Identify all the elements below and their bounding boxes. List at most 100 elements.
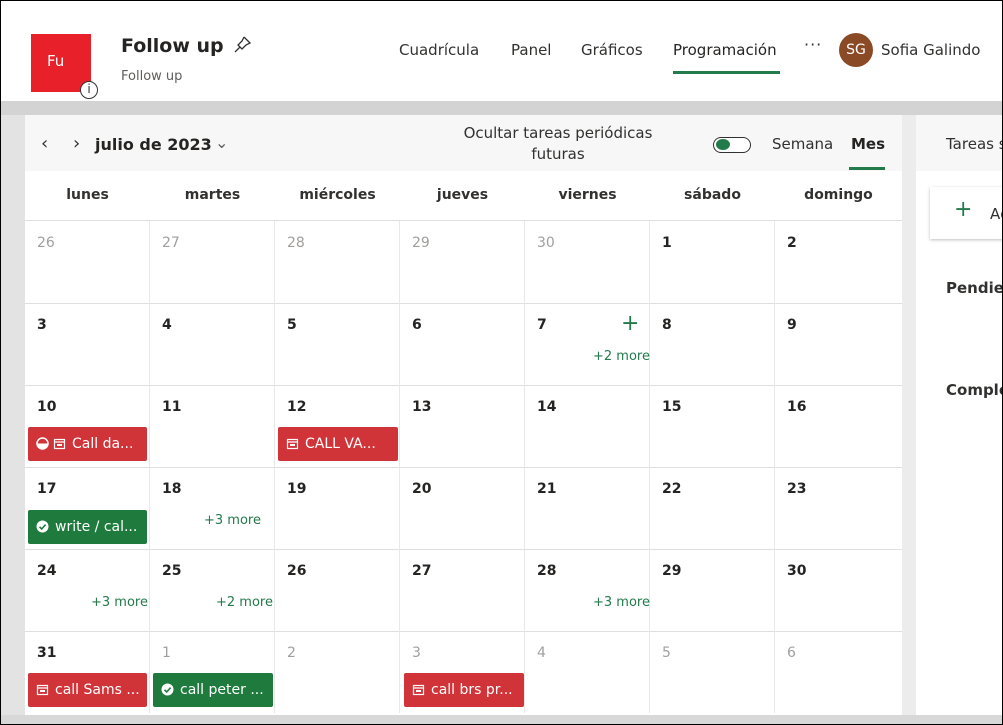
previous-month-icon[interactable]: ‹ xyxy=(41,133,48,154)
progress-half-icon xyxy=(36,437,49,450)
day-cell[interactable]: 25 +2 more xyxy=(150,549,275,631)
day-cell[interactable]: 5 xyxy=(650,631,775,713)
active-tab-indicator xyxy=(673,71,780,74)
day-cell[interactable]: 19 xyxy=(275,467,400,549)
day-number: 19 xyxy=(287,481,307,497)
day-cell[interactable]: 6 xyxy=(400,303,525,385)
calendar-week: 17 18 +3 more 19 20 21 22 23 xyxy=(25,467,902,550)
day-cell[interactable]: 13 xyxy=(400,385,525,467)
more-tasks-link[interactable]: +3 more xyxy=(204,513,261,528)
calendar-icon xyxy=(36,684,49,696)
check-circle-icon xyxy=(161,683,174,696)
day-cell[interactable]: 2 xyxy=(775,221,902,303)
view-month-button[interactable]: Mes xyxy=(851,135,885,153)
day-cell[interactable]: 29 xyxy=(400,221,525,303)
day-number: 29 xyxy=(412,235,430,251)
day-cell[interactable]: 14 xyxy=(525,385,650,467)
day-cell[interactable]: 29 xyxy=(650,549,775,631)
day-number: 8 xyxy=(662,317,672,333)
day-cell[interactable]: 1 xyxy=(650,221,775,303)
chevron-down-icon[interactable]: ⌄ xyxy=(215,133,228,152)
day-number: 5 xyxy=(287,317,297,333)
task-title: call Sams ... xyxy=(55,682,140,698)
day-cell[interactable]: 4 xyxy=(525,631,650,713)
day-cell[interactable]: 26 xyxy=(25,221,150,303)
left-gutter xyxy=(1,115,25,724)
weekday-label: sábado xyxy=(684,187,741,203)
next-month-icon[interactable]: › xyxy=(73,133,80,154)
day-number: 6 xyxy=(412,317,422,333)
task-title: write / cal... xyxy=(55,519,138,535)
completed-section-title[interactable]: Comple xyxy=(946,381,1002,399)
day-number: 15 xyxy=(662,399,682,415)
task-event[interactable]: Call da... xyxy=(28,427,147,461)
task-title: CALL VA... xyxy=(305,436,376,452)
day-cell[interactable]: 23 xyxy=(775,467,902,549)
weekday-label: miércoles xyxy=(299,187,376,203)
day-cell[interactable]: 28 +3 more xyxy=(525,549,650,631)
task-event[interactable]: call brs pr... xyxy=(404,673,524,707)
day-number: 26 xyxy=(287,563,307,579)
day-cell[interactable]: 30 xyxy=(525,221,650,303)
day-cell[interactable]: 7 + +2 more xyxy=(525,303,650,385)
day-number: 21 xyxy=(537,481,557,497)
day-cell[interactable]: 24 +3 more xyxy=(25,549,150,631)
calendar-icon xyxy=(53,438,66,450)
task-event[interactable]: write / cal... xyxy=(28,510,147,544)
day-cell[interactable]: 18 +3 more xyxy=(150,467,275,549)
day-cell[interactable]: 5 xyxy=(275,303,400,385)
day-cell[interactable]: 8 xyxy=(650,303,775,385)
day-cell[interactable]: 6 xyxy=(775,631,902,713)
task-event[interactable]: call peter ... xyxy=(153,673,273,707)
weekday-label: domingo xyxy=(804,187,873,203)
view-week-button[interactable]: Semana xyxy=(772,135,833,153)
panel-title: Tareas s xyxy=(946,135,1002,153)
day-cell[interactable]: 27 xyxy=(150,221,275,303)
day-number: 23 xyxy=(787,481,807,497)
day-cell[interactable]: 28 xyxy=(275,221,400,303)
day-number: 26 xyxy=(37,235,55,251)
more-tasks-link[interactable]: +2 more xyxy=(593,349,650,364)
task-event[interactable]: CALL VA... xyxy=(278,427,398,461)
tab-programacion[interactable]: Programación xyxy=(673,41,777,59)
unscheduled-tasks-panel: Tareas s + Ag Pendien Comple xyxy=(916,115,1002,715)
more-tasks-link[interactable]: +2 more xyxy=(216,595,273,610)
tab-cuadricula[interactable]: Cuadrícula xyxy=(399,41,479,59)
info-icon[interactable]: i xyxy=(80,81,98,99)
panel-header: Tareas s xyxy=(916,115,1002,171)
day-cell[interactable]: 22 xyxy=(650,467,775,549)
pin-icon[interactable] xyxy=(231,34,253,56)
day-cell[interactable]: 27 xyxy=(400,549,525,631)
day-cell[interactable]: 20 xyxy=(400,467,525,549)
tab-panel[interactable]: Panel xyxy=(511,41,551,59)
avatar[interactable]: SG xyxy=(839,33,873,67)
day-cell[interactable]: 11 xyxy=(150,385,275,467)
day-number: 3 xyxy=(37,317,47,333)
day-number: 11 xyxy=(162,399,182,415)
task-event[interactable]: call Sams ... xyxy=(28,673,147,707)
add-task-plus-icon[interactable]: + xyxy=(621,311,639,336)
day-cell[interactable]: 9 xyxy=(775,303,902,385)
day-cell[interactable]: 3 xyxy=(25,303,150,385)
day-number: 2 xyxy=(287,645,296,661)
active-view-indicator xyxy=(849,167,885,170)
add-task-button[interactable]: + Ag xyxy=(930,187,1002,239)
more-icon[interactable]: ··· xyxy=(804,35,822,54)
day-cell[interactable]: 2 xyxy=(275,631,400,713)
tab-graficos[interactable]: Gráficos xyxy=(581,41,643,59)
weekday-label: lunes xyxy=(66,187,109,203)
day-cell[interactable]: 16 xyxy=(775,385,902,467)
more-tasks-link[interactable]: +3 more xyxy=(593,595,650,610)
calendar-week: 10 11 12 13 14 15 16 xyxy=(25,385,902,468)
day-cell[interactable]: 30 xyxy=(775,549,902,631)
day-cell[interactable]: 26 xyxy=(275,549,400,631)
day-number: 6 xyxy=(787,645,796,661)
more-tasks-link[interactable]: +3 more xyxy=(91,595,148,610)
month-grid: 26 27 28 29 30 1 2 3 4 5 6 7 + +2 more 8 xyxy=(25,221,902,715)
pending-section-title[interactable]: Pendien xyxy=(946,279,1002,297)
day-cell[interactable]: 21 xyxy=(525,467,650,549)
month-label[interactable]: julio de 2023 xyxy=(95,135,212,154)
day-cell[interactable]: 4 xyxy=(150,303,275,385)
hide-recurring-toggle[interactable] xyxy=(713,137,751,153)
day-cell[interactable]: 15 xyxy=(650,385,775,467)
